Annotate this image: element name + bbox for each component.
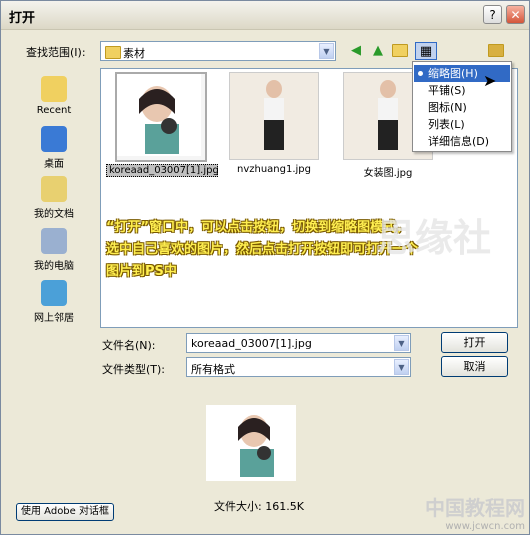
sidebar-item-label: 网上邻居 bbox=[34, 313, 74, 324]
chevron-down-icon[interactable]: ▼ bbox=[319, 43, 334, 59]
site-watermark: 中国教程网 www.jcwcn.com bbox=[425, 492, 525, 532]
menu-item-label: 图标(N) bbox=[428, 101, 467, 114]
help-button[interactable]: ? bbox=[483, 5, 502, 24]
note-line: “打开”窗口中，可以点击按钮，切换到缩略图模式， bbox=[106, 220, 410, 235]
network-icon bbox=[41, 280, 67, 306]
window-title: 打开 bbox=[9, 11, 36, 26]
sidebar-item-recent[interactable]: Recent bbox=[14, 76, 94, 116]
sidebar-item-network[interactable]: 网上邻居 bbox=[14, 280, 94, 324]
open-button[interactable]: 打开 bbox=[441, 332, 508, 353]
menu-item-label: 列表(L) bbox=[428, 118, 465, 131]
chevron-down-icon[interactable]: ▼ bbox=[394, 359, 409, 375]
mouse-cursor-icon: ➤ bbox=[483, 71, 497, 90]
sidebar-item-my-documents[interactable]: 我的文档 bbox=[14, 176, 94, 220]
filetype-label: 文件类型(T): bbox=[102, 363, 166, 376]
menu-item-details[interactable]: 详细信息(D) bbox=[414, 133, 510, 150]
file-name[interactable]: nvzhuang1.jpg bbox=[229, 164, 319, 175]
up-folder-icon[interactable]: ▲ bbox=[369, 42, 387, 60]
filename-label: 文件名(N): bbox=[102, 339, 156, 352]
menu-item-label: 详细信息(D) bbox=[428, 135, 490, 148]
filename-input[interactable]: koreaad_03007[1].jpg ▼ bbox=[186, 333, 411, 353]
menu-item-list[interactable]: 列表(L) bbox=[414, 116, 510, 133]
sidebar-item-desktop[interactable]: 桌面 bbox=[14, 126, 94, 170]
site-watermark-cn: 中国教程网 bbox=[425, 496, 525, 520]
note-line: 图片到PS中 bbox=[106, 264, 177, 279]
file-name[interactable]: koreaad_03007[1].jpg bbox=[106, 164, 219, 177]
adobe-dialog-button[interactable]: 使用 Adobe 对话框 bbox=[16, 503, 114, 521]
close-button[interactable]: ✕ bbox=[506, 5, 525, 24]
site-watermark-url: www.jcwcn.com bbox=[445, 521, 525, 532]
my-documents-icon bbox=[41, 176, 67, 202]
file-size: 文件大小: 161.5K bbox=[214, 500, 304, 513]
lookin-value: 素材 bbox=[123, 47, 145, 60]
sidebar-item-my-computer[interactable]: 我的电脑 bbox=[14, 228, 94, 272]
sidebar-item-label: 我的电脑 bbox=[34, 261, 74, 272]
desktop-icon bbox=[41, 126, 67, 152]
view-menu-icon[interactable]: ▦ bbox=[415, 42, 437, 60]
chevron-down-icon[interactable]: ▼ bbox=[394, 335, 409, 351]
file-thumbnail[interactable] bbox=[115, 72, 207, 162]
image-preview bbox=[206, 405, 296, 481]
filename-value: koreaad_03007[1].jpg bbox=[191, 337, 312, 350]
lookin-combo[interactable]: 素材 ▼ bbox=[100, 41, 336, 61]
menu-item-label: 平铺(S) bbox=[428, 84, 466, 97]
sidebar-item-label: 我的文档 bbox=[34, 209, 74, 220]
photo-thumbnail-icon bbox=[117, 74, 201, 156]
lookin-label: 查找范围(I): bbox=[26, 46, 86, 59]
back-icon[interactable]: ◀ bbox=[347, 42, 365, 60]
menu-item-icons[interactable]: 图标(N) bbox=[414, 99, 510, 116]
file-thumbnail[interactable] bbox=[229, 72, 319, 160]
selected-bullet-icon bbox=[418, 71, 423, 76]
file-name[interactable]: 女装图.jpg bbox=[343, 164, 433, 179]
ps-folder-icon[interactable] bbox=[487, 42, 505, 60]
title-bar: 打开 ? ✕ bbox=[1, 1, 529, 30]
photo-thumbnail-icon bbox=[230, 73, 318, 159]
recent-icon bbox=[41, 76, 67, 102]
note-line: 选中自己喜欢的图片，然后点击打开按钮即可打开一个 bbox=[106, 242, 419, 257]
folder-icon bbox=[105, 45, 121, 59]
sidebar-item-label: Recent bbox=[36, 105, 72, 116]
view-menu: 缩略图(H) 平铺(S) 图标(N) 列表(L) 详细信息(D) bbox=[412, 61, 512, 152]
new-folder-icon[interactable] bbox=[391, 42, 409, 60]
sidebar-item-label: 桌面 bbox=[44, 159, 64, 170]
my-computer-icon bbox=[41, 228, 67, 254]
menu-item-label: 缩略图(H) bbox=[428, 67, 478, 80]
watermark-logo: 思缘社 bbox=[377, 216, 492, 260]
filetype-select[interactable]: 所有格式 ▼ bbox=[186, 357, 411, 377]
filetype-value: 所有格式 bbox=[191, 363, 235, 376]
open-dialog: 打开 ? ✕ 查找范围(I): 素材 ▼ ◀ ▲ ▦ Recent 桌面 我的文… bbox=[0, 0, 530, 535]
photo-preview-icon bbox=[206, 405, 296, 481]
places-bar: Recent 桌面 我的文档 我的电脑 网上邻居 bbox=[14, 68, 94, 328]
cancel-button[interactable]: 取消 bbox=[441, 356, 508, 377]
